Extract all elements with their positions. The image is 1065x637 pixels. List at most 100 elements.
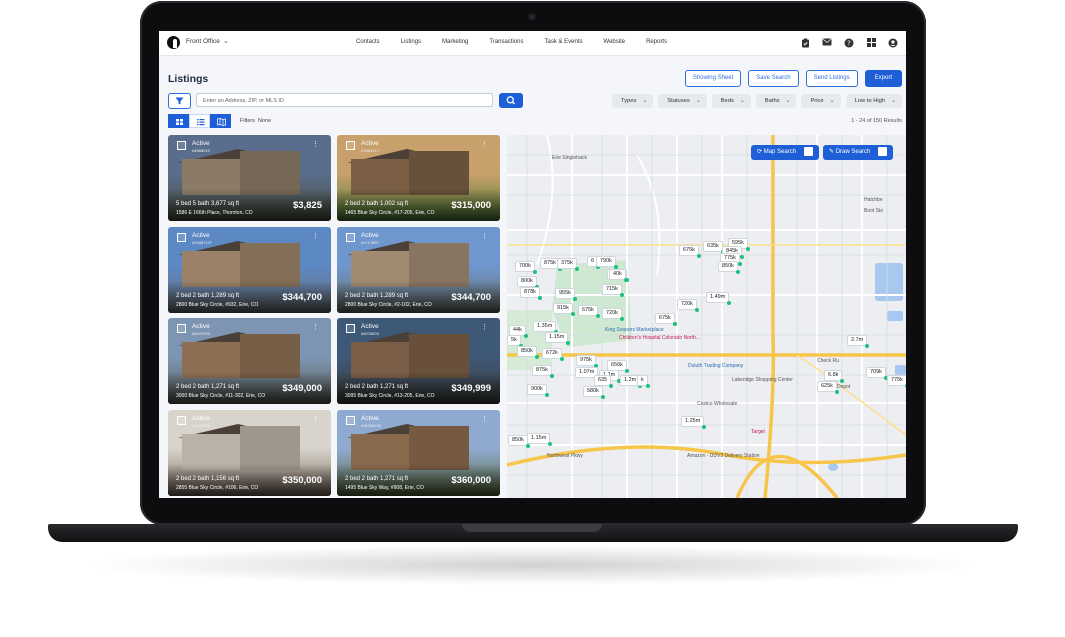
price-pin[interactable]: 672k xyxy=(542,348,564,361)
select-checkbox[interactable] xyxy=(346,141,355,150)
select-checkbox[interactable] xyxy=(346,324,355,333)
price-pin[interactable]: 375k xyxy=(557,258,579,271)
select-checkbox[interactable] xyxy=(346,416,355,425)
select-checkbox[interactable] xyxy=(177,141,186,150)
nav-reports[interactable]: Reports xyxy=(646,39,667,45)
price-pin[interactable]: 675k xyxy=(578,305,600,318)
apps-grid-icon[interactable] xyxy=(866,38,876,48)
listing-card[interactable]: Active #2324988 ⋮ 2 bed 2 bath 1,156 sq ft 2… xyxy=(168,410,331,496)
nav-marketing[interactable]: Marketing xyxy=(442,39,468,45)
more-options-icon[interactable]: ⋮ xyxy=(312,415,319,423)
price-pin[interactable]: 720k xyxy=(602,308,624,321)
filter-button[interactable] xyxy=(168,93,191,109)
user-icon[interactable] xyxy=(888,38,898,48)
listing-card[interactable]: Active #91006230 ⋮ 2 bed 2 bath 1,271 sq ft… xyxy=(337,410,500,496)
nav-task-events[interactable]: Task & Events xyxy=(545,39,583,45)
price-pin[interactable]: 955k xyxy=(555,288,577,301)
listing-card[interactable]: Active #5047093 ⋮ 2 bed 2 bath 1,271 sq ft 3… xyxy=(168,318,331,404)
price-pin[interactable]: 635 xyxy=(594,375,614,388)
list-icon xyxy=(197,119,205,126)
mail-icon[interactable] xyxy=(822,38,832,48)
price-pin[interactable]: 875k xyxy=(532,365,554,378)
map-place-label: Boot Sto xyxy=(864,208,884,214)
list-view-button[interactable] xyxy=(189,114,210,128)
types-dropdown[interactable]: Types ⌄ xyxy=(611,94,654,108)
listing-card[interactable]: Active #6076503 ⋮ 2 bed 2 bath 1,271 sq ft 3… xyxy=(337,318,500,404)
map-search-toggle[interactable]: ⟳ Map Search xyxy=(751,145,820,160)
price-pin[interactable]: 850k xyxy=(517,346,539,359)
price-pin[interactable]: 775k xyxy=(887,375,906,388)
select-checkbox[interactable] xyxy=(177,416,186,425)
price-pin[interactable]: 2.7m xyxy=(847,335,870,348)
price-pin[interactable]: 1.15m xyxy=(527,433,553,446)
price-pin[interactable]: 1.35m xyxy=(533,321,559,334)
nav-listings[interactable]: Listings xyxy=(401,39,421,45)
office-selector[interactable]: Front Office xyxy=(186,38,220,45)
price-pin[interactable]: 5k xyxy=(507,335,523,348)
logo-icon[interactable] xyxy=(167,36,180,49)
price-pin[interactable]: 790k xyxy=(596,256,618,269)
nav-website[interactable]: Website xyxy=(604,39,626,45)
price-pin[interactable]: 1.25m xyxy=(681,416,707,429)
help-icon[interactable]: ? xyxy=(844,38,854,48)
price-pin[interactable]: 900k xyxy=(527,384,549,397)
price-pin[interactable]: 675k xyxy=(679,245,701,258)
listing-status: Active xyxy=(192,140,210,147)
sort-dropdown[interactable]: Low to High ⌄ xyxy=(845,94,902,108)
toggle-checkbox[interactable] xyxy=(804,146,814,156)
showing-sheet-button[interactable]: Showing Sheet xyxy=(684,70,742,87)
search-button[interactable] xyxy=(499,93,523,108)
map-panel[interactable]: ⟳ Map Search ✎ Draw Search 700k 875k 375k 6… xyxy=(507,135,906,498)
price-pin[interactable]: 1.49m xyxy=(706,292,732,305)
price-pin[interactable]: 975k xyxy=(576,355,598,368)
price-pin[interactable]: 6.8k xyxy=(824,370,845,383)
price-pin[interactable]: 1.15m xyxy=(545,332,571,345)
price-pin[interactable]: 580k xyxy=(583,386,605,399)
select-checkbox[interactable] xyxy=(177,324,186,333)
toggle-checkbox[interactable] xyxy=(878,146,888,156)
listing-status: Active xyxy=(361,140,379,147)
more-options-icon[interactable]: ⋮ xyxy=(481,232,488,240)
price-pin[interactable]: 675k xyxy=(655,313,677,326)
price-pin[interactable]: 40k xyxy=(609,269,628,282)
price-pin[interactable]: 720k xyxy=(677,299,699,312)
price-pin[interactable]: 700k xyxy=(515,261,537,274)
listing-card[interactable]: Active #3589417 ⋮ 2 bed 2 bath 1,002 sq ft 1… xyxy=(337,135,500,221)
nav-transactions[interactable]: Transactions xyxy=(489,39,523,45)
price-pin[interactable]: 800k xyxy=(517,276,539,289)
draw-search-toggle[interactable]: ✎ Draw Search xyxy=(823,145,894,160)
price-pin[interactable]: k xyxy=(637,375,650,388)
statuses-dropdown[interactable]: Statuses ⌄ xyxy=(658,94,707,108)
more-options-icon[interactable]: ⋮ xyxy=(312,323,319,331)
save-search-button[interactable]: Save Search xyxy=(748,70,799,87)
more-options-icon[interactable]: ⋮ xyxy=(312,140,319,148)
price-pin[interactable]: 625k xyxy=(817,381,839,394)
map-view-button[interactable] xyxy=(210,114,231,128)
listing-card[interactable]: Active #4686010 ⋮ 5 bed 5 bath 3,677 sq ft 1… xyxy=(168,135,331,221)
listing-card[interactable]: Active #1717857 ⋮ 2 bed 2 bath 1,289 sq ft 2… xyxy=(337,227,500,313)
price-pin[interactable]: 878k xyxy=(520,287,542,300)
clipboard-check-icon[interactable] xyxy=(800,38,810,48)
beds-dropdown[interactable]: Beds ⌄ xyxy=(711,94,751,108)
baths-dropdown[interactable]: Baths ⌄ xyxy=(755,94,797,108)
listing-card[interactable]: Active #91887147 ⋮ 2 bed 2 bath 1,289 sq ft… xyxy=(168,227,331,313)
price-pin[interactable]: 915k xyxy=(553,303,575,316)
price-pin[interactable]: 850k xyxy=(718,261,740,274)
price-pin[interactable]: 715k xyxy=(602,284,624,297)
select-checkbox[interactable] xyxy=(177,233,186,242)
send-listings-button[interactable]: Send Listings xyxy=(805,70,858,87)
price-pin[interactable]: 709k xyxy=(866,367,888,380)
price-pin[interactable]: 850k xyxy=(508,435,530,448)
export-button[interactable]: Export xyxy=(864,70,902,87)
more-options-icon[interactable]: ⋮ xyxy=(481,415,488,423)
nav-contacts[interactable]: Contacts xyxy=(356,39,380,45)
grid-view-button[interactable] xyxy=(168,114,189,128)
chevron-down-icon[interactable]: ⌄ xyxy=(223,37,229,45)
price-dropdown[interactable]: Price ⌄ xyxy=(801,94,841,108)
more-options-icon[interactable]: ⋮ xyxy=(481,323,488,331)
select-checkbox[interactable] xyxy=(346,233,355,242)
more-options-icon[interactable]: ⋮ xyxy=(481,140,488,148)
search-input[interactable]: Enter an Address, ZIP, or MLS ID xyxy=(196,93,493,107)
more-options-icon[interactable]: ⋮ xyxy=(312,232,319,240)
price-pin[interactable]: 635k xyxy=(703,241,725,254)
